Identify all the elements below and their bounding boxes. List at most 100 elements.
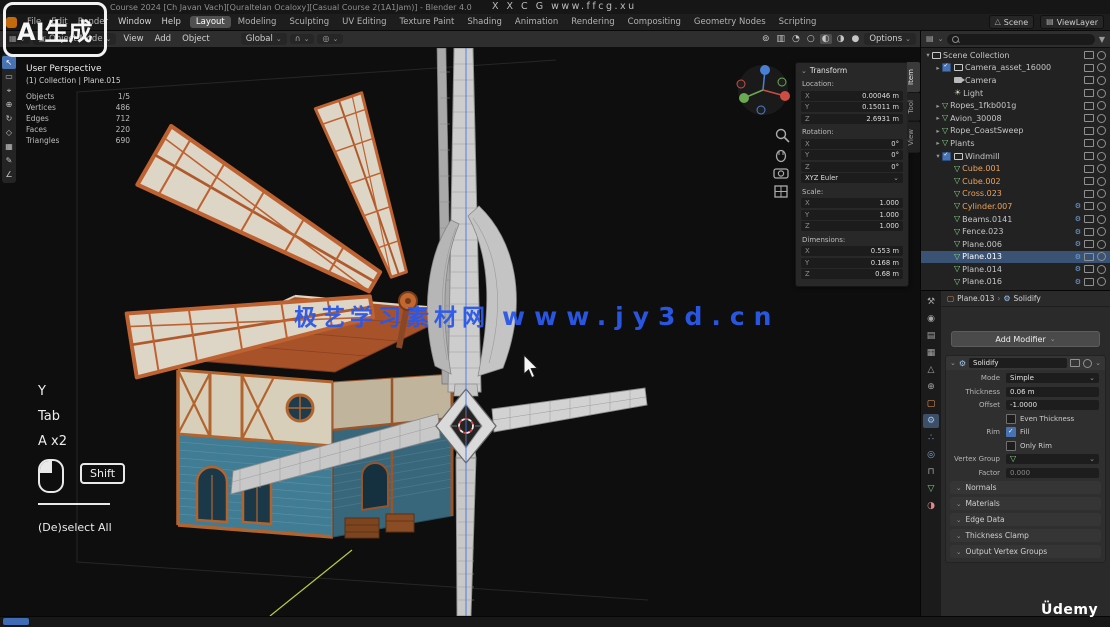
outliner-row[interactable]: Camera bbox=[921, 74, 1110, 87]
outliner-item-label[interactable]: Cube.002 bbox=[962, 177, 1084, 186]
outliner-item-label[interactable]: Rope_CoastSweep bbox=[950, 126, 1084, 135]
outliner-item-label[interactable]: Fence.023 bbox=[962, 227, 1075, 236]
outliner-row[interactable]: ▽Cylinder.007⚙ bbox=[921, 200, 1110, 213]
visibility-toggles[interactable] bbox=[1084, 202, 1106, 211]
visibility-toggles[interactable] bbox=[1084, 101, 1106, 110]
collapse-icon[interactable]: ⌄ bbox=[801, 67, 807, 75]
rotation-mode-dropdown[interactable]: XYZ Euler⌄ bbox=[801, 173, 903, 183]
section-edge-data[interactable]: ⌄Edge Data bbox=[950, 513, 1101, 526]
workspace-tab-animation[interactable]: Animation bbox=[509, 16, 564, 28]
outliner-item-label[interactable]: Light bbox=[963, 89, 1084, 98]
tool-transform[interactable]: ▦ bbox=[2, 140, 16, 153]
outliner-item-label[interactable]: Cylinder.007 bbox=[962, 202, 1075, 211]
outliner-row[interactable]: ▽Cube.002 bbox=[921, 175, 1110, 188]
navigation-gizmo[interactable] bbox=[737, 65, 790, 115]
disclosure-arrow[interactable]: ▸ bbox=[934, 102, 942, 110]
location-z-field[interactable]: Z2.6931 m bbox=[801, 114, 903, 124]
view-layer-selector[interactable]: ▤ ViewLayer bbox=[1040, 15, 1104, 29]
visibility-toggles[interactable] bbox=[1084, 252, 1106, 261]
collection-checkbox[interactable] bbox=[942, 63, 951, 72]
properties-tab-world[interactable]: ⊕ bbox=[923, 380, 939, 394]
workspace-tab-layout[interactable]: Layout bbox=[190, 16, 231, 28]
properties-tab-view-layer[interactable]: ▦ bbox=[923, 346, 939, 360]
viewport-3d[interactable]: ↖ ▭ ⌖ ⊕ ↻ ◇ ▦ ✎ ∠ User Perspective (1) C… bbox=[0, 48, 920, 616]
modifier-header[interactable]: ⌄ ⚙ Solidify ⌄ bbox=[946, 356, 1105, 370]
location-x-field[interactable]: X0.00046 m bbox=[801, 91, 903, 101]
workspace-tab-geometry-nodes[interactable]: Geometry Nodes bbox=[688, 16, 772, 28]
thickness-field[interactable]: 0.06 m bbox=[1006, 387, 1099, 397]
properties-tab-object-data[interactable]: ▽ bbox=[923, 482, 939, 496]
outliner-editor-icon[interactable]: ▤ bbox=[926, 35, 934, 43]
outliner-display-mode[interactable]: ⌄ bbox=[938, 35, 944, 43]
tool-move[interactable]: ⊕ bbox=[2, 98, 16, 111]
vertex-group-field[interactable]: ▽⌄ bbox=[1006, 454, 1099, 464]
outliner-item-label[interactable]: Plane.006 bbox=[962, 240, 1075, 249]
outliner-row[interactable]: ▽Cube.001 bbox=[921, 162, 1110, 175]
properties-tab-output[interactable]: ▤ bbox=[923, 329, 939, 343]
options-dropdown[interactable]: Options ⌄ bbox=[864, 33, 916, 45]
outliner-item-label[interactable]: Ropes_1fkb001g bbox=[950, 101, 1084, 110]
modifier-name-input[interactable]: Solidify bbox=[969, 358, 1067, 368]
xray-toggle[interactable]: ◔ bbox=[790, 34, 802, 44]
show-gizmos-toggle[interactable]: ⊚ bbox=[760, 34, 772, 44]
collapse-icon[interactable]: ⌄ bbox=[950, 359, 956, 367]
outliner-row[interactable]: ▸▽Rope_CoastSweep bbox=[921, 125, 1110, 138]
scale-y-field[interactable]: Y1.000 bbox=[801, 210, 903, 220]
rotation-x-field[interactable]: X0° bbox=[801, 139, 903, 149]
add-modifier-button[interactable]: Add Modifier ⌄ bbox=[951, 331, 1100, 347]
properties-tab-material[interactable]: ◑ bbox=[923, 499, 939, 513]
visibility-toggles[interactable] bbox=[1084, 76, 1106, 85]
section-thickness-clamp[interactable]: ⌄Thickness Clamp bbox=[950, 529, 1101, 542]
section-normals[interactable]: ⌄Normals bbox=[950, 481, 1101, 494]
transform-panel-header[interactable]: ⌄ Transform bbox=[796, 63, 908, 77]
visibility-toggles[interactable] bbox=[1084, 277, 1106, 286]
outliner-item-label[interactable]: Cube.001 bbox=[962, 164, 1084, 173]
workspace-tab-modeling[interactable]: Modeling bbox=[232, 16, 283, 28]
properties-tab-particles[interactable]: ∴ bbox=[923, 431, 939, 445]
outliner-item-label[interactable]: Avion_30008 bbox=[950, 114, 1084, 123]
outliner-row[interactable]: ▽Fence.023⚙ bbox=[921, 225, 1110, 238]
scale-z-field[interactable]: Z1.000 bbox=[801, 221, 903, 231]
visibility-toggles[interactable] bbox=[1084, 265, 1106, 274]
visibility-toggles[interactable] bbox=[1084, 63, 1106, 72]
breadcrumb-modifier[interactable]: Solidify bbox=[1014, 294, 1041, 303]
outliner-row[interactable]: ▸▽Avion_30008 bbox=[921, 112, 1110, 125]
visibility-toggles[interactable] bbox=[1084, 240, 1106, 249]
even-thickness-checkbox[interactable] bbox=[1006, 414, 1016, 424]
shading-wireframe-button[interactable]: ○ bbox=[805, 34, 817, 44]
outliner-row-active[interactable]: ▽Plane.013⚙ bbox=[921, 251, 1110, 264]
only-rim-checkbox[interactable] bbox=[1006, 441, 1016, 451]
properties-tab-modifiers[interactable]: ⚙ bbox=[923, 414, 939, 428]
outliner-item-label[interactable]: Camera bbox=[965, 76, 1084, 85]
tool-rotate[interactable]: ↻ bbox=[2, 112, 16, 125]
outliner-row[interactable]: ▽Plane.016⚙ bbox=[921, 276, 1110, 289]
outliner-item-label[interactable]: Plants bbox=[950, 139, 1084, 148]
outliner-row[interactable]: ▾Windmill bbox=[921, 150, 1110, 163]
properties-tab-tool[interactable]: ⚒ bbox=[923, 295, 939, 309]
visibility-toggles[interactable] bbox=[1084, 126, 1106, 135]
sidebar-tab-item[interactable]: Item bbox=[907, 62, 920, 92]
visibility-toggles[interactable] bbox=[1084, 164, 1106, 173]
workspace-tab-rendering[interactable]: Rendering bbox=[565, 16, 620, 28]
transform-orientation-selector[interactable]: Global ⌄ bbox=[241, 33, 287, 45]
modifier-extras-menu[interactable]: ⌄ bbox=[1095, 359, 1101, 367]
dimensions-y-field[interactable]: Y0.168 m bbox=[801, 258, 903, 268]
visibility-toggles[interactable] bbox=[1084, 139, 1106, 148]
workspace-tab-shading[interactable]: Shading bbox=[461, 16, 508, 28]
view-controls[interactable] bbox=[774, 130, 789, 198]
outliner-row[interactable]: ▸▽Plants bbox=[921, 137, 1110, 150]
menu-object[interactable]: Object bbox=[178, 34, 214, 44]
visibility-toggles[interactable] bbox=[1084, 114, 1106, 123]
outliner-item-label[interactable]: Beams.0141 bbox=[962, 215, 1075, 224]
visibility-toggles[interactable] bbox=[1084, 51, 1106, 60]
snap-toggle[interactable]: ∩ ⌄ bbox=[290, 34, 315, 44]
proportional-editing-toggle[interactable]: ◎ ⌄ bbox=[317, 34, 343, 44]
shading-rendered-button[interactable]: ● bbox=[849, 34, 861, 44]
visibility-toggles[interactable] bbox=[1084, 215, 1106, 224]
breadcrumb-object[interactable]: Plane.013 bbox=[957, 294, 994, 303]
menu-help[interactable]: Help bbox=[156, 17, 185, 27]
scene-selector[interactable]: △ Scene bbox=[989, 15, 1035, 29]
sidebar-tab-view[interactable]: View bbox=[907, 122, 920, 153]
scale-x-field[interactable]: X1.000 bbox=[801, 198, 903, 208]
visibility-toggles[interactable] bbox=[1084, 152, 1106, 161]
